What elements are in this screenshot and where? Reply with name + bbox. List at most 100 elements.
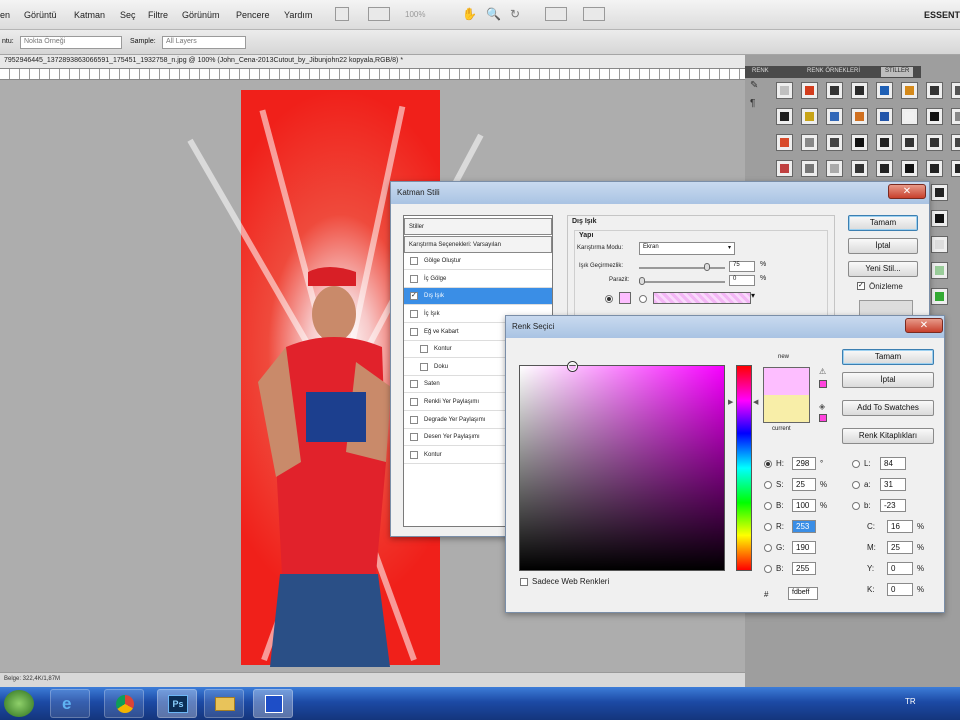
style-preset[interactable] [926,82,943,99]
style-checkbox[interactable] [420,362,428,371]
zoom-tool-icon[interactable]: 🔍 [486,7,501,21]
style-preset[interactable] [951,160,960,177]
bridge-icon[interactable] [335,7,349,21]
cancel-button[interactable]: İptal [848,238,918,254]
style-list-item[interactable]: Gölge Oluştur [404,253,552,271]
gradient-preview[interactable] [653,292,751,304]
style-preset[interactable] [876,82,893,99]
sample-size-select[interactable]: Nokta Örneği [20,36,122,49]
style-preset[interactable] [776,108,793,125]
channel-input[interactable]: 100 [792,499,816,512]
opacity-input[interactable]: 75 [729,261,755,272]
style-checkbox[interactable] [410,380,418,389]
close-icon[interactable]: ✕ [905,318,943,333]
noise-input[interactable]: 0 [729,275,755,286]
style-preset[interactable] [776,160,793,177]
color-libraries-button[interactable]: Renk Kitaplıkları [842,428,934,444]
preview-checkbox[interactable]: ✓ [857,282,865,290]
style-checkbox[interactable] [420,345,428,354]
style-list-item[interactable]: Stiller [404,218,552,235]
style-list-item[interactable]: İç Gölge [404,271,552,288]
style-checkbox[interactable] [410,327,418,336]
rotate-view-icon[interactable]: ↻ [510,7,520,21]
taskbar-photoshop-icon[interactable]: Ps [157,689,197,718]
panel-tab[interactable]: RENK [748,67,773,77]
menu-item[interactable]: Pencere [236,10,270,20]
noise-slider-track[interactable] [639,281,725,283]
sample-select[interactable]: All Layers [162,36,246,49]
style-preset[interactable] [801,134,818,151]
style-preset[interactable] [826,160,843,177]
channel-input[interactable]: 31 [880,478,906,491]
new-style-button[interactable]: Yeni Stil... [848,261,918,277]
channel-input[interactable]: 190 [792,541,816,554]
style-checkbox[interactable] [410,257,418,266]
zoom-level[interactable]: 100% [405,10,425,19]
hex-input[interactable]: fdbeff [788,587,818,600]
style-preset[interactable] [801,82,818,99]
style-preset[interactable] [826,82,843,99]
style-preset[interactable] [826,134,843,151]
style-preset[interactable] [801,160,818,177]
hand-tool-icon[interactable]: ✋ [462,7,477,21]
saturation-brightness-field[interactable] [519,362,725,571]
taskbar-ie-icon[interactable]: e [50,689,90,718]
style-preset[interactable] [901,134,918,151]
channel-input[interactable]: -23 [880,499,906,512]
style-preset[interactable] [931,236,948,253]
color-mode-radio[interactable] [764,523,772,531]
style-checkbox[interactable] [410,310,418,318]
channel-input[interactable]: 25 [792,478,816,491]
gamut-color-icon[interactable] [819,380,827,388]
add-to-swatches-button[interactable]: Add To Swatches [842,400,934,416]
hue-slider[interactable] [736,365,752,571]
gradient-radio[interactable] [639,295,647,303]
taskbar-recorder-icon[interactable] [253,689,293,718]
style-options-icon[interactable]: ✎ [750,80,758,91]
taskbar-chrome-icon[interactable] [104,689,144,718]
ok-button[interactable]: Tamam [842,349,934,365]
style-preset[interactable] [876,134,893,151]
style-preset[interactable] [951,82,960,99]
document-tab[interactable]: 7952946445_1372893863066591_175451_19327… [0,55,745,69]
style-preset[interactable] [951,134,960,151]
web-color-icon[interactable] [819,414,827,422]
color-mode-radio[interactable] [852,460,860,468]
style-preset[interactable] [776,82,793,99]
noise-slider-thumb[interactable] [639,277,645,285]
style-preset[interactable] [931,288,948,305]
style-list-item[interactable]: Karıştırma Seçenekleri: Varsayılan [404,235,552,253]
style-checkbox[interactable] [410,450,418,459]
channel-input[interactable]: 84 [880,457,906,470]
panel-tab[interactable]: RENK ÖRNEKLERİ [803,67,864,77]
color-mode-radio[interactable] [764,481,772,489]
menu-item[interactable]: Filtre [148,10,168,20]
color-mode-radio[interactable] [852,502,860,510]
menu-item[interactable]: Görüntü [24,10,57,20]
glow-color-swatch[interactable] [619,292,631,304]
taskbar-explorer-icon[interactable] [204,689,244,718]
blend-mode-select[interactable]: Ekran ▾ [639,242,735,255]
color-mode-radio[interactable] [764,460,772,468]
channel-input[interactable]: 0 [887,583,913,596]
style-preset[interactable] [776,134,793,151]
channel-input[interactable]: 16 [887,520,913,533]
start-button[interactable] [4,690,34,717]
menu-item[interactable]: Seç [120,10,136,20]
extras-icon[interactable] [583,7,605,21]
current-color-swatch[interactable] [763,395,810,423]
menu-item[interactable]: en [0,10,10,20]
channel-input[interactable]: 25 [887,541,913,554]
style-preset[interactable] [851,82,868,99]
color-cursor[interactable] [568,362,577,371]
tray-language[interactable]: TR [905,697,916,706]
style-preset[interactable] [926,108,943,125]
screen-mode-icon[interactable] [368,7,390,21]
style-preset[interactable] [876,108,893,125]
color-mode-radio[interactable] [764,565,772,573]
style-preset[interactable] [901,82,918,99]
style-preset[interactable] [801,108,818,125]
style-preset[interactable] [926,134,943,151]
style-checkbox[interactable] [410,274,418,283]
style-list-item[interactable]: ✓ Dış Işık [404,288,552,306]
